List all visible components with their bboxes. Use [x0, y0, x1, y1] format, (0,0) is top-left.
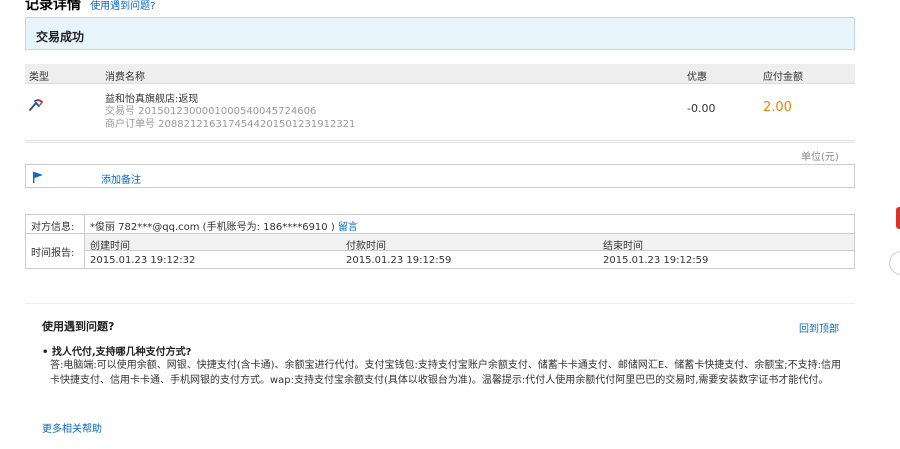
divider: [25, 140, 855, 143]
info-table: 对方信息: *俊丽 782***@qq.com (手机账号为: 186****6…: [25, 214, 855, 269]
faq-question: • 找人代付,支持哪几种支付方式?: [42, 347, 192, 358]
add-remark-link[interactable]: 添加备注: [101, 171, 141, 186]
message-link[interactable]: 留言: [338, 222, 358, 233]
status-text: 交易成功: [36, 30, 85, 44]
faq-answer: 答:电脑端:可以使用余额、网银、快捷支付(含卡通)、余额宝进行代付。支付宝钱包:…: [50, 360, 841, 386]
divider: [25, 303, 855, 304]
counterparty-info: *俊丽 782***@qq.com (手机账号为: 186****6910 ) …: [90, 218, 358, 233]
time-report-label: 时间报告:: [31, 248, 75, 259]
flag-icon: [33, 172, 43, 183]
page-header: 记录详情 使用遇到问题?: [25, 0, 156, 13]
ended-time-value: 2015.01.23 19:12:59: [603, 255, 709, 266]
transaction-table-header: 类型 消费名称 优惠 应付金额: [25, 64, 855, 84]
counterparty-value: *俊丽 782***@qq.com (手机账号为: 186****6910 ): [90, 222, 335, 233]
amount-value: 2.00: [763, 100, 792, 115]
header-type: 类型: [29, 72, 49, 83]
header-discount: 优惠: [687, 72, 707, 83]
remark-bar: 添加备注: [25, 164, 855, 188]
time-header-row: 创建时间 付款时间 结束时间: [85, 234, 854, 252]
header-name: 消费名称: [105, 72, 145, 83]
status-banner: 交易成功: [25, 17, 855, 50]
counterparty-label: 对方信息:: [31, 222, 75, 233]
table-row: 益和怡真旗舰店:返现 交易号 2015012300001000540045724…: [25, 85, 855, 131]
help-link[interactable]: 使用遇到问题?: [90, 1, 155, 12]
more-help-link[interactable]: 更多相关帮助: [42, 420, 102, 435]
side-feedback-tab[interactable]: [896, 207, 900, 229]
merchant-order-number: 商户订单号 2088212163174544201501231912321: [105, 119, 356, 130]
discount-value: -0.00: [687, 102, 716, 115]
back-to-top-link[interactable]: 回到顶部: [799, 320, 839, 335]
unit-label: 单位(元): [801, 152, 839, 163]
paid-time-value: 2015.01.23 19:12:59: [346, 255, 452, 266]
faq-title: 使用遇到问题?: [42, 320, 115, 333]
page-title: 记录详情: [25, 0, 81, 13]
transfer-type-icon: [29, 99, 43, 111]
side-scroll-button[interactable]: [889, 251, 900, 275]
header-amount: 应付金额: [763, 72, 803, 83]
divider: [85, 250, 854, 251]
created-time-value: 2015.01.23 19:12:32: [90, 255, 196, 266]
